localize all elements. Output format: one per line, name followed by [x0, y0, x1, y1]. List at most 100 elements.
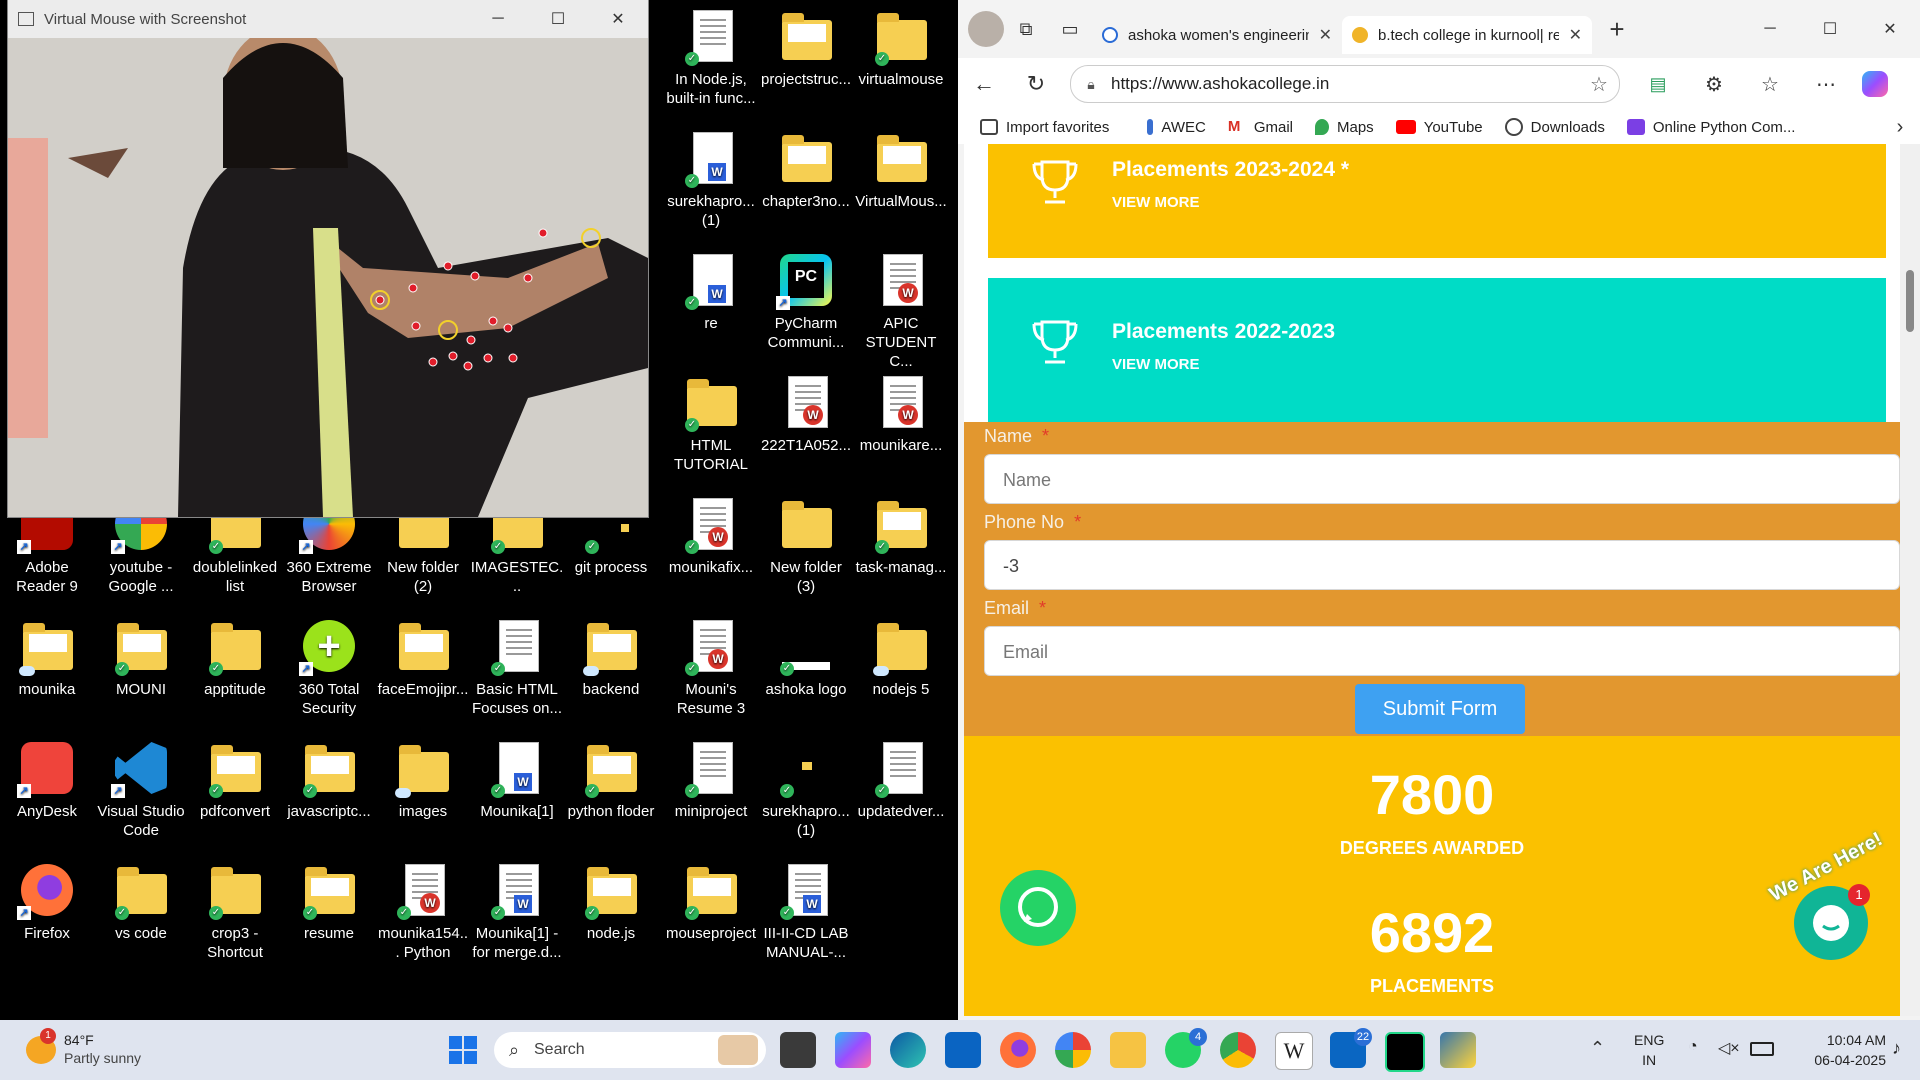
wifi-icon[interactable]: ◔	[1688, 1038, 1698, 1056]
back-button[interactable]: ←	[958, 71, 1010, 97]
desktop-icon-virtualmous-folder[interactable]: VirtualMous...	[854, 128, 948, 211]
desktop-icon-projectstruc[interactable]: projectstruc...	[759, 6, 853, 89]
chevron-up-icon[interactable]: ⌃	[1590, 1038, 1605, 1059]
desktop-icon-python-floder[interactable]: ✓ python floder	[564, 738, 658, 821]
tab-btech-college[interactable]: b.tech college in kurnool| re ✕	[1342, 16, 1592, 54]
desktop-icon-basic-html[interactable]: ✓ Basic HTML Focuses on...	[470, 616, 564, 718]
placement-card-2023[interactable]: Placements 2023-2024 * VIEW MORE	[988, 144, 1886, 258]
close-tab-icon[interactable]: ✕	[1319, 25, 1332, 45]
copilot-icon[interactable]	[1862, 71, 1888, 97]
chevron-right-icon[interactable]: ›	[1880, 116, 1920, 139]
desktop-icon-mounika1[interactable]: W ✓ Mounika[1]	[470, 738, 564, 821]
favorites-icon[interactable]: ☆	[1742, 72, 1798, 97]
taskbar-search[interactable]: ⌕ Search	[494, 1032, 766, 1068]
name-input[interactable]: Name	[984, 454, 1900, 504]
close-button[interactable]: ✕	[588, 9, 648, 29]
desktop-icon-task-manag[interactable]: ✓ task-manag...	[854, 494, 948, 577]
weather-widget[interactable]: 1 84°F Partly sunny	[22, 1028, 202, 1070]
desktop-icon-surekhapro-2[interactable]: ✓ surekhapro... (1)	[759, 738, 853, 840]
chrome-icon[interactable]	[1220, 1032, 1256, 1068]
desktop-icon-mounikare[interactable]: Wmounikare...	[854, 372, 948, 455]
address-bar[interactable]: 🔒︎ https://www.ashokacollege.in ☆	[1070, 65, 1620, 103]
submit-form-button[interactable]: Submit Form	[1355, 684, 1525, 734]
desktop-icon-mounikafix[interactable]: W ✓ mounikafix...	[664, 494, 758, 577]
maximize-button[interactable]: ☐	[528, 9, 588, 29]
desktop-icon-backend[interactable]: backend	[564, 616, 658, 699]
desktop-icon-miniproject[interactable]: ✓ miniproject	[664, 738, 758, 821]
desktop-icon-pycharm[interactable]: PC ↗ PyCharm Communi...	[759, 250, 853, 352]
desktop-icon-updatedver[interactable]: ✓ updatedver...	[854, 738, 948, 821]
workspaces-icon[interactable]: ⧉	[1004, 19, 1048, 40]
minimize-button[interactable]: ─	[1740, 20, 1800, 38]
desktop-icon-222t1a052[interactable]: W 222T1A052...	[759, 372, 853, 455]
fav-import-favorites[interactable]: Import favorites	[980, 119, 1109, 136]
desktop-icon-surekhapro-1[interactable]: W ✓ surekhapro... (1)	[664, 128, 758, 230]
refresh-button[interactable]: ↻	[1010, 71, 1062, 97]
desktop-icon-apic-student[interactable]: W APIC STUDENT C...	[854, 250, 948, 371]
fav-online-python[interactable]: Online Python Com...	[1626, 119, 1795, 136]
email-input[interactable]: Email	[984, 626, 1900, 676]
chat-widget-button[interactable]: 1	[1794, 884, 1870, 960]
start-button[interactable]	[445, 1032, 481, 1068]
speaker-muted-icon[interactable]: ◁×	[1718, 1038, 1740, 1058]
edge-icon[interactable]	[890, 1032, 926, 1068]
minimize-button[interactable]: ─	[468, 10, 528, 28]
linkedin-icon[interactable]: 22	[1330, 1028, 1372, 1068]
desktop-icon-nodejs5[interactable]: nodejs 5	[854, 616, 948, 699]
whatsapp-button[interactable]	[1000, 870, 1076, 946]
lock-icon[interactable]: 🔒︎	[1071, 76, 1111, 93]
pycharm-taskbar-icon[interactable]	[1385, 1032, 1425, 1072]
python-idle-icon[interactable]	[1440, 1032, 1476, 1068]
collections-icon[interactable]: ▤	[1630, 74, 1686, 95]
maximize-button[interactable]: ☐	[1800, 19, 1860, 39]
desktop-icon-anydesk[interactable]: ↗ AnyDesk	[0, 738, 94, 821]
close-tab-icon[interactable]: ✕	[1569, 25, 1582, 45]
desktop-icon-mouni[interactable]: ✓ MOUNI	[94, 616, 188, 699]
new-tab-button[interactable]: +	[1592, 14, 1642, 45]
desktop-icon-nodejs-doc[interactable]: ✓ In Node.js, built-in func...	[664, 6, 758, 108]
desktop-icon-nodejs[interactable]: ✓ node.js	[564, 860, 658, 943]
file-explorer-icon[interactable]	[1110, 1032, 1146, 1068]
outlook-icon[interactable]	[945, 1032, 981, 1068]
desktop-icon-lab-manual[interactable]: W ✓ III-II-CD LAB MANUAL-...	[759, 860, 853, 962]
profile-avatar[interactable]	[968, 11, 1004, 47]
whatsapp-taskbar-icon[interactable]: 4	[1165, 1028, 1207, 1068]
desktop-icon-virtualmouse[interactable]: ✓ virtualmouse	[854, 6, 948, 89]
phone-input[interactable]: -3	[984, 540, 1900, 590]
desktop-icon-mouseproject[interactable]: ✓ mouseproject	[664, 860, 758, 943]
view-more-link[interactable]: VIEW MORE	[1112, 356, 1200, 373]
placement-card-2022[interactable]: Placements 2022-2023 VIEW MORE	[988, 278, 1886, 422]
camera-window[interactable]: Virtual Mouse with Screenshot ─ ☐ ✕	[8, 0, 648, 517]
desktop-icon-images[interactable]: images	[376, 738, 470, 821]
desktop-icon-apptitude[interactable]: ✓ apptitude	[188, 616, 282, 699]
fav-youtube[interactable]: YouTube	[1395, 119, 1483, 136]
scrollbar-thumb[interactable]	[1906, 270, 1914, 332]
desktop-icon-mounika154[interactable]: W ✓ mounika154... Python	[376, 860, 470, 962]
desktop-icon-javascriptc[interactable]: ✓ javascriptc...	[282, 738, 376, 821]
firefox-taskbar-icon[interactable]	[1000, 1032, 1036, 1068]
extensions-icon[interactable]: ⚙	[1686, 72, 1742, 97]
battery-icon[interactable]	[1750, 1042, 1774, 1056]
clock[interactable]: 10:04 AM 06-04-2025	[1786, 1030, 1886, 1070]
browser-window[interactable]: ⧉ ▭ ashoka women's engineering ✕ b.tech …	[958, 0, 1920, 1020]
desktop-icon-mounika1-merge[interactable]: W ✓ Mounika[1] - for merge.d...	[470, 860, 564, 962]
fav-gmail[interactable]: M Gmail	[1227, 119, 1293, 136]
desktop-icon-mounis-resume[interactable]: W ✓ Mouni's Resume 3	[664, 616, 758, 718]
desktop-icon-html-tutorial[interactable]: ✓ HTML TUTORIAL	[664, 372, 758, 474]
desktop-icon-vscode[interactable]: ↗ Visual Studio Code	[94, 738, 188, 840]
tab-actions-icon[interactable]: ▭	[1048, 19, 1092, 40]
wikipedia-icon[interactable]: W	[1275, 1032, 1313, 1070]
copilot-taskbar-icon[interactable]	[835, 1032, 871, 1068]
language-indicator[interactable]: ENG IN	[1634, 1030, 1664, 1070]
desktop-icon-crop3[interactable]: ✓ crop3 - Shortcut	[188, 860, 282, 962]
notification-bell-icon[interactable]: ♪	[1892, 1038, 1901, 1059]
fav-downloads[interactable]: Downloads	[1504, 118, 1605, 136]
tab-ashoka-women[interactable]: ashoka women's engineering ✕	[1092, 16, 1342, 54]
google-taskbar-icon[interactable]	[1055, 1032, 1091, 1068]
fav-awec[interactable]: AWEC	[1147, 119, 1206, 136]
desktop-icon-mounika[interactable]: mounika	[0, 616, 94, 699]
fav-maps[interactable]: Maps	[1315, 119, 1374, 136]
task-view-icon[interactable]	[780, 1032, 816, 1068]
desktop-icon-re[interactable]: W ✓ re	[664, 250, 758, 333]
desktop-icon-new-folder-3[interactable]: New folder (3)	[759, 494, 853, 596]
